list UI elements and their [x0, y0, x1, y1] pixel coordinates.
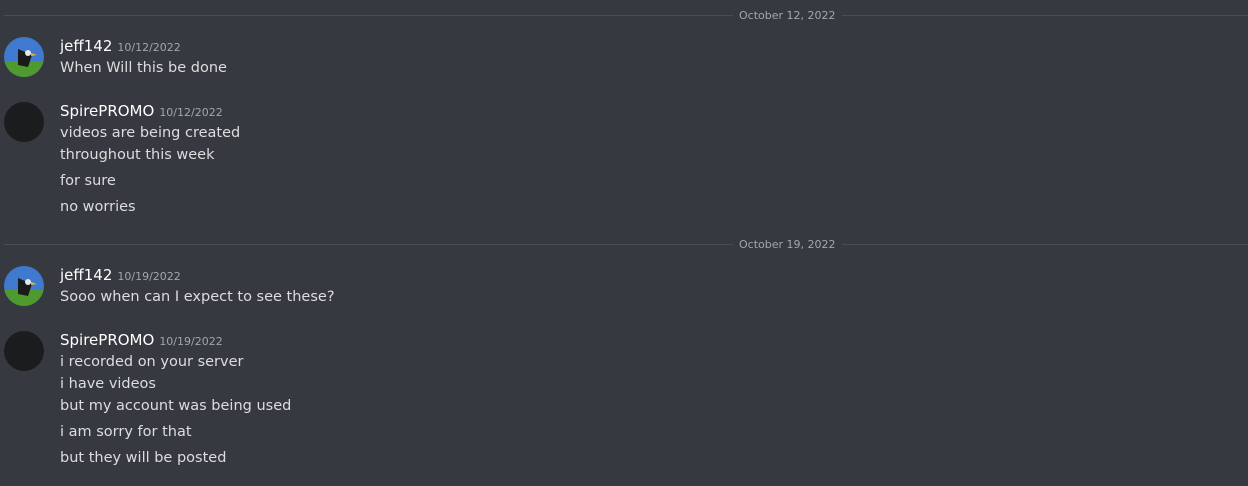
message-text: for sure — [60, 173, 116, 189]
message-text: i recorded on your server — [60, 354, 244, 370]
message-text: i have videos — [60, 376, 156, 392]
message-text: Sooo when can I expect to see these? — [60, 289, 335, 305]
avatar[interactable] — [4, 37, 44, 77]
message-text: throughout this week — [60, 147, 215, 163]
timestamp: 10/19/2022 — [117, 270, 181, 283]
bird-avatar-icon — [4, 37, 44, 77]
avatar[interactable] — [4, 102, 44, 142]
username[interactable]: jeff142 — [60, 37, 112, 55]
message-text: videos are being created — [60, 125, 241, 141]
message-header: jeff142 10/19/2022 — [60, 265, 181, 287]
avatar[interactable] — [4, 266, 44, 306]
username[interactable]: jeff142 — [60, 266, 112, 284]
message-header: jeff142 10/12/2022 — [60, 36, 181, 58]
message-header: SpirePROMO 10/12/2022 — [60, 101, 223, 123]
bird-avatar-icon — [4, 266, 44, 306]
message-header: SpirePROMO 10/19/2022 — [60, 330, 223, 352]
message-text: but my account was being used — [60, 398, 292, 414]
message-text: but they will be posted — [60, 450, 227, 466]
message-text: When Will this be done — [60, 60, 227, 76]
chat-messages: October 12, 2022 jeff142 10/12/2022 When … — [0, 0, 1248, 486]
username[interactable]: SpirePROMO — [60, 331, 154, 349]
username[interactable]: SpirePROMO — [60, 102, 154, 120]
avatar[interactable] — [4, 331, 44, 371]
message-text: i am sorry for that — [60, 424, 192, 440]
date-divider — [4, 15, 1248, 16]
timestamp: 10/19/2022 — [159, 335, 223, 348]
date-divider-label: October 19, 2022 — [733, 238, 842, 251]
date-divider — [4, 244, 1248, 245]
timestamp: 10/12/2022 — [117, 41, 181, 54]
date-divider-label: October 12, 2022 — [733, 9, 842, 22]
message-text: no worries — [60, 199, 136, 215]
timestamp: 10/12/2022 — [159, 106, 223, 119]
